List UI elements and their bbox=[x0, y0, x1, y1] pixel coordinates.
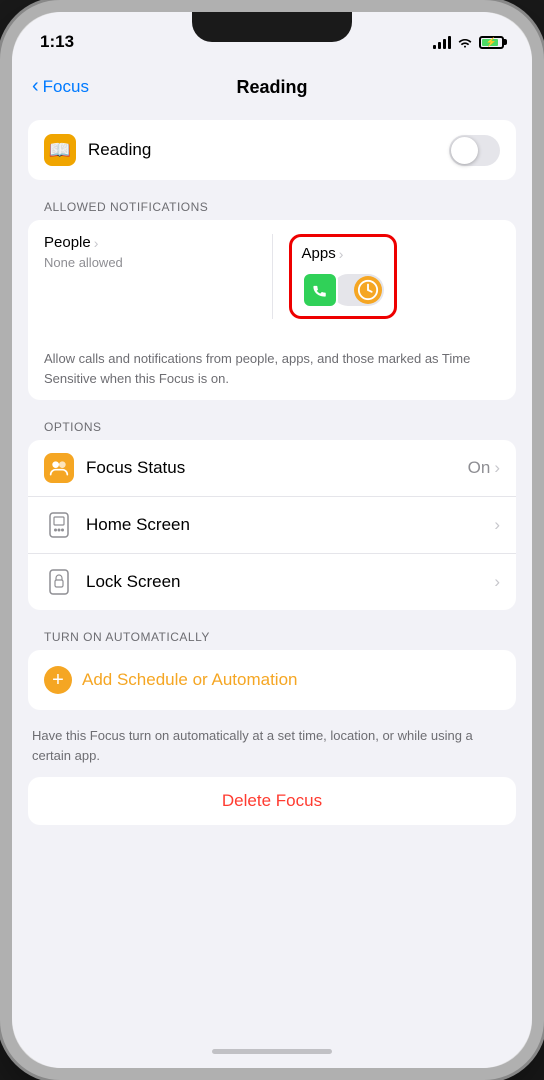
reading-toggle[interactable] bbox=[449, 135, 500, 166]
home-screen-right: › bbox=[494, 515, 500, 535]
home-screen-left: Home Screen bbox=[44, 510, 190, 540]
focus-status-item[interactable]: Focus Status On › bbox=[28, 440, 516, 497]
signal-bars-icon bbox=[433, 35, 451, 49]
allowed-notifications-header: ALLOWED NOTIFICATIONS bbox=[28, 188, 516, 220]
app-icons-row bbox=[302, 272, 384, 308]
focus-status-chevron-icon: › bbox=[494, 458, 500, 478]
options-card: Focus Status On › bbox=[28, 440, 516, 610]
screen: 1:13 ⚡ ‹ bbox=[12, 12, 532, 1068]
home-bar bbox=[12, 1034, 532, 1068]
status-time: 1:13 bbox=[40, 32, 74, 52]
phone-frame: 1:13 ⚡ ‹ bbox=[0, 0, 544, 1080]
reading-label: Reading bbox=[88, 140, 151, 160]
notifications-card: People › None allowed Apps › bbox=[28, 220, 516, 400]
options-header: OPTIONS bbox=[28, 408, 516, 440]
focus-status-right: On › bbox=[468, 458, 500, 478]
back-chevron-icon: ‹ bbox=[32, 75, 39, 98]
allow-description: Allow calls and notifications from peopl… bbox=[28, 341, 516, 400]
home-screen-item[interactable]: Home Screen › bbox=[28, 497, 516, 554]
notifications-inner: People › None allowed Apps › bbox=[28, 220, 516, 333]
wifi-icon bbox=[457, 36, 473, 48]
focus-status-icon bbox=[44, 453, 74, 483]
delete-focus-row[interactable]: Delete Focus bbox=[28, 777, 516, 825]
apps-chevron-icon: › bbox=[339, 246, 344, 262]
focus-status-value: On bbox=[468, 458, 491, 478]
lock-screen-right: › bbox=[494, 572, 500, 592]
add-schedule-label: Add Schedule or Automation bbox=[82, 670, 297, 690]
notif-row: People › None allowed Apps › bbox=[44, 234, 500, 319]
people-subtitle: None allowed bbox=[44, 255, 256, 270]
lock-screen-icon bbox=[44, 567, 74, 597]
home-indicator bbox=[212, 1049, 332, 1054]
lock-screen-label: Lock Screen bbox=[86, 572, 181, 592]
focus-status-left: Focus Status bbox=[44, 453, 185, 483]
people-title: People › bbox=[44, 234, 256, 251]
apps-red-border: Apps › bbox=[289, 234, 397, 319]
scroll-content: 📖 Reading ALLOWED NOTIFICATIONS bbox=[12, 112, 532, 1034]
plus-circle-icon: + bbox=[44, 666, 72, 694]
focus-status-label: Focus Status bbox=[86, 458, 185, 478]
clock-icon bbox=[354, 276, 382, 304]
turn-on-automatically-header: TURN ON AUTOMATICALLY bbox=[28, 618, 516, 650]
reading-toggle-card: 📖 Reading bbox=[28, 120, 516, 180]
add-schedule-card: + Add Schedule or Automation bbox=[28, 650, 516, 710]
reading-row: 📖 Reading bbox=[28, 120, 516, 180]
delete-focus-card: Delete Focus bbox=[28, 777, 516, 825]
phone-app-icon bbox=[302, 272, 338, 308]
add-schedule-row[interactable]: + Add Schedule or Automation bbox=[28, 650, 516, 710]
reading-left: 📖 Reading bbox=[44, 134, 151, 166]
vertical-divider bbox=[272, 234, 273, 319]
home-screen-label: Home Screen bbox=[86, 515, 190, 535]
back-button[interactable]: ‹ Focus bbox=[32, 76, 89, 98]
back-label: Focus bbox=[43, 77, 89, 97]
notch bbox=[192, 12, 352, 42]
reading-icon: 📖 bbox=[44, 134, 76, 166]
automation-description: Have this Focus turn on automatically at… bbox=[28, 718, 516, 777]
toggle-knob bbox=[451, 137, 478, 164]
delete-focus-label: Delete Focus bbox=[222, 791, 322, 810]
status-icons: ⚡ bbox=[433, 35, 504, 49]
people-chevron-icon: › bbox=[94, 235, 99, 251]
lock-screen-chevron-icon: › bbox=[494, 572, 500, 592]
page-title: Reading bbox=[236, 77, 307, 98]
home-screen-chevron-icon: › bbox=[494, 515, 500, 535]
apps-col[interactable]: Apps › bbox=[289, 234, 501, 319]
people-col[interactable]: People › None allowed bbox=[44, 234, 256, 319]
nav-bar: ‹ Focus Reading bbox=[12, 62, 532, 112]
time-sensitive-toggle bbox=[332, 274, 384, 306]
battery-icon: ⚡ bbox=[479, 36, 504, 49]
apps-title: Apps › bbox=[302, 245, 384, 262]
home-screen-icon bbox=[44, 510, 74, 540]
lock-screen-item[interactable]: Lock Screen › bbox=[28, 554, 516, 610]
lock-screen-left: Lock Screen bbox=[44, 567, 181, 597]
